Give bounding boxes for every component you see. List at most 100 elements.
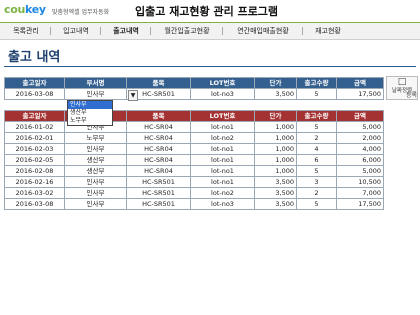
dropdown-option[interactable]: 생산부	[68, 109, 112, 117]
table-cell: HC-SR501	[126, 187, 191, 199]
list-header-item: 품목	[126, 110, 191, 122]
table-cell: lot-no1	[190, 176, 255, 188]
table-cell: 1,000	[254, 165, 297, 177]
table-cell: 생산부	[64, 154, 127, 166]
dept-select[interactable]: 인사부	[64, 88, 127, 100]
dept-dropdown-list: 인사부 생산부 노무부	[67, 100, 113, 126]
table-row[interactable]: 2016-02-03 인사부 HC-SR04 lot-no1 1,000 4 4,000	[4, 143, 384, 155]
logo: coukey	[4, 3, 46, 16]
header-item: 품목	[126, 77, 191, 89]
nav-item-stock[interactable]: 재고현황	[306, 25, 350, 37]
price-input[interactable]: 3,500	[254, 88, 297, 100]
nav-separator	[150, 27, 151, 35]
table-row[interactable]: 2016-03-08 인사부 HC-SR501 lot-no3 3,500 5 17,500	[4, 198, 384, 210]
nav-item-inbound[interactable]: 입고내역	[54, 25, 98, 37]
title-underline	[4, 66, 416, 67]
table-row[interactable]: 2016-02-05 생산부 HC-SR04 lot-no1 1,000 6 6,000	[4, 154, 384, 166]
table-cell: 3	[296, 176, 337, 188]
nav-separator	[100, 27, 101, 35]
table-cell: 인사부	[64, 176, 127, 188]
table-cell: lot-no3	[190, 198, 255, 210]
logo-part-b: key	[25, 3, 46, 16]
list-header-amount: 금액	[336, 110, 384, 122]
table-cell: HC-SR04	[126, 165, 191, 177]
list-header-qty: 출고수량	[296, 110, 337, 122]
header-lot: LOT번호	[190, 77, 255, 89]
header-amount: 금액	[336, 77, 384, 89]
table-cell: HC-SR501	[126, 198, 191, 210]
table-cell: 2016-03-08	[4, 198, 65, 210]
table-cell: 17,500	[336, 198, 384, 210]
table-cell: 3,500	[254, 187, 297, 199]
table-cell: 5	[296, 121, 337, 133]
dropdown-option[interactable]: 인사부	[68, 101, 112, 109]
header-price: 단가	[254, 77, 297, 89]
nav-bar: 목록관리 입고내역 출고내역 월간입출고현황 연간매입매출현황 재고현황	[0, 23, 420, 40]
input-table: 출고일자 부서명 품목 LOT번호 단가 출고수량 금액 2016-03-08 …	[4, 77, 384, 100]
table-cell: 4,000	[336, 143, 384, 155]
nav-item-outbound[interactable]: 출고내역	[104, 25, 148, 37]
table-cell: lot-no2	[190, 132, 255, 144]
chevron-down-icon: ▼	[130, 92, 136, 99]
nav-item-annual[interactable]: 연간매입매출현황	[226, 25, 300, 37]
dropdown-option[interactable]: 노무부	[68, 117, 112, 125]
table-cell: 2	[296, 187, 337, 199]
table-cell: 2	[296, 132, 337, 144]
table-cell: HC-SR04	[126, 143, 191, 155]
table-cell: lot-no1	[190, 154, 255, 166]
table-row[interactable]: 2016-02-16 인사부 HC-SR501 lot-no1 3,500 3 10,500	[4, 176, 384, 188]
table-row[interactable]: 2016-02-01 노무부 HC-SR04 lot-no2 1,000 2 2,000	[4, 132, 384, 144]
tagline: 맞춤형엑셀 업무자동화	[52, 9, 110, 16]
table-cell: HC-SR04	[126, 121, 191, 133]
table-cell: 1,000	[254, 132, 297, 144]
input-header-row: 출고일자 부서명 품목 LOT번호 단가 출고수량 금액	[4, 77, 384, 89]
table-cell: 2,000	[336, 132, 384, 144]
table-cell: 6,000	[336, 154, 384, 166]
table-cell: 5	[296, 198, 337, 210]
table-row[interactable]: 2016-02-08 생산부 HC-SR04 lot-no1 1,000 5 5,000	[4, 165, 384, 177]
table-cell: 5	[296, 165, 337, 177]
dept-dropdown-button[interactable]: ▼	[128, 90, 138, 101]
app-header: coukey 맞춤형엑셀 업무자동화 입출고 재고현황 관리 프로그램	[0, 0, 420, 22]
date-input[interactable]: 2016-03-08	[4, 88, 65, 100]
table-cell: lot-no1	[190, 143, 255, 155]
qty-input[interactable]: 5	[296, 88, 337, 100]
list-header-lot: LOT번호	[190, 110, 255, 122]
table-cell: 3,500	[254, 198, 297, 210]
table-cell: 생산부	[64, 165, 127, 177]
header-date: 출고일자	[4, 77, 65, 89]
list-header-price: 단가	[254, 110, 297, 122]
table-cell: 2016-02-05	[4, 154, 65, 166]
amount-value: 17,500	[336, 88, 384, 100]
table-cell: HC-SR04	[126, 154, 191, 166]
table-cell: HC-SR501	[126, 176, 191, 188]
table-cell: HC-SR04	[126, 132, 191, 144]
register-button[interactable]: 등록	[406, 90, 417, 99]
table-cell: 10,500	[336, 176, 384, 188]
nav-separator	[50, 27, 51, 35]
outbound-list-table: 출고일자 품목 LOT번호 단가 출고수량 금액 2016-01-02 인사부 HC…	[4, 110, 384, 210]
app-title: 입출고 재고현황 관리 프로그램	[135, 5, 279, 18]
table-cell: 2016-02-03	[4, 143, 65, 155]
table-cell: 1,000	[254, 154, 297, 166]
table-cell: 4	[296, 143, 337, 155]
list-header-row: 출고일자 품목 LOT번호 단가 출고수량 금액	[4, 110, 384, 122]
list-header-date: 출고일자	[4, 110, 65, 122]
table-row[interactable]: 2016-03-02 인사부 HC-SR501 lot-no2 3,500 2 7,000	[4, 187, 384, 199]
table-cell: 2016-02-01	[4, 132, 65, 144]
table-cell: 3,500	[254, 176, 297, 188]
nav-item-list-manage[interactable]: 목록관리	[4, 25, 48, 37]
sort-icon: □	[397, 77, 407, 87]
table-cell: 5,000	[336, 165, 384, 177]
table-row[interactable]: 2016-01-02 인사부 HC-SR04 lot-no1 1,000 5 5,000	[4, 121, 384, 133]
nav-item-monthly[interactable]: 월간입출고현황	[154, 25, 220, 37]
table-cell: 인사부	[64, 198, 127, 210]
lot-input[interactable]: lot-no3	[190, 88, 255, 100]
table-cell: lot-no1	[190, 121, 255, 133]
header-qty: 출고수량	[296, 77, 337, 89]
nav-separator	[222, 27, 223, 35]
table-cell: 인사부	[64, 143, 127, 155]
table-cell: 1,000	[254, 121, 297, 133]
header-dept: 부서명	[64, 77, 127, 89]
table-cell: 인사부	[64, 187, 127, 199]
